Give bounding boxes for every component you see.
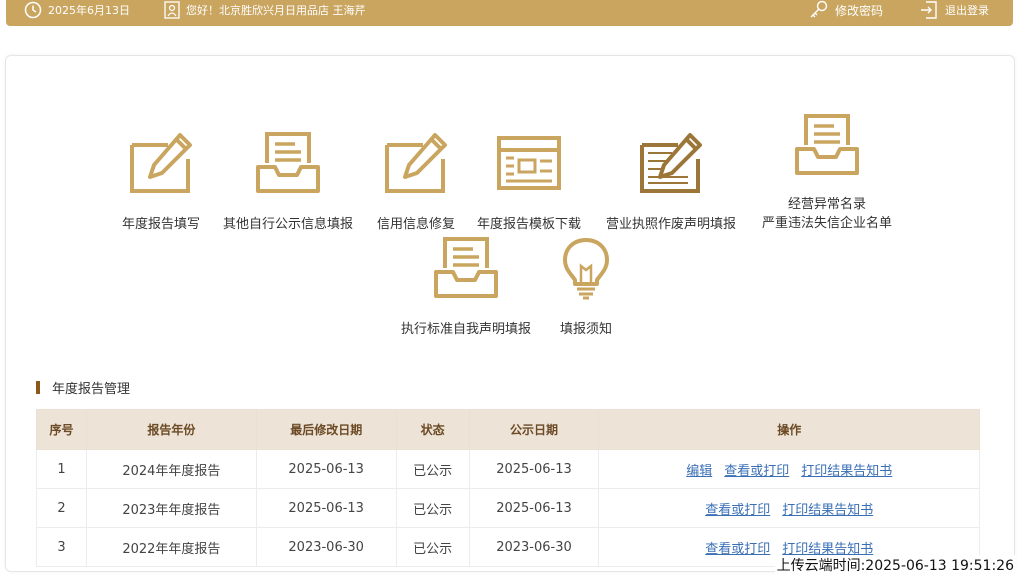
column-header-modified: 最后修改日期 [255, 409, 397, 450]
view-print-link[interactable]: 查看或打印 [705, 542, 770, 557]
cell-published: 2025-06-13 [468, 488, 600, 528]
view-print-link[interactable]: 查看或打印 [724, 464, 789, 479]
table-row: 1 2024年年度报告 2025-06-13 已公示 2025-06-13 编辑… [36, 449, 980, 489]
inbox-tray-icon [256, 132, 320, 193]
print-notice-link[interactable]: 打印结果告知书 [801, 464, 892, 479]
print-notice-link[interactable]: 打印结果告知书 [782, 503, 873, 518]
entry-label-second-line: 严重违法失信企业名单 [761, 216, 892, 231]
change-password-link[interactable]: 修改密码 [809, 0, 883, 20]
table-header-row: 序号 报告年份 最后修改日期 状态 公示日期 操作 [36, 409, 980, 450]
inbox-tray-icon [434, 237, 498, 298]
template-form-icon [497, 136, 561, 190]
annual-report-table: 序号 报告年份 最后修改日期 状态 公示日期 操作 1 2024年年度报告 20… [36, 409, 980, 567]
logout-label: 退出登录 [945, 4, 989, 17]
cell-actions: 编辑 查看或打印 打印结果告知书 [598, 449, 980, 489]
cell-modified: 2025-06-13 [255, 449, 397, 489]
cell-year: 2024年年度报告 [85, 449, 257, 489]
cell-status: 已公示 [395, 488, 470, 528]
entry-abnormal-list[interactable]: 经营异常名录 严重违法失信企业名单 [754, 113, 900, 233]
edit-pen-icon [130, 133, 192, 193]
column-header-published: 公示日期 [468, 409, 600, 450]
greeting-text: 您好！北京胜欣兴月日用品店 王海芹 [186, 4, 366, 17]
date-text: 2025年6月13日 [48, 4, 130, 17]
entry-license-void-statement[interactable]: 营业执照作废声明填报 [598, 131, 744, 234]
column-header-status: 状态 [395, 409, 470, 450]
upload-timestamp: 上传云端时间:2025-06-13 19:51:26 [774, 555, 1016, 575]
user-badge-icon [164, 1, 180, 19]
cell-status: 已公示 [395, 449, 470, 489]
lightbulb-icon [563, 238, 609, 300]
date-display: 2025年6月13日 [24, 0, 130, 20]
column-header-year: 报告年份 [85, 409, 257, 450]
view-print-link[interactable]: 查看或打印 [705, 503, 770, 518]
cell-modified: 2025-06-13 [255, 488, 397, 528]
section-title-bar [36, 381, 40, 394]
entry-annual-report-fill[interactable]: 年度报告填写 [117, 131, 205, 234]
cell-actions: 查看或打印 打印结果告知书 [598, 488, 980, 528]
column-header-no: 序号 [36, 409, 87, 450]
cell-year: 2023年年度报告 [85, 488, 257, 528]
greeting: 您好！北京胜欣兴月日用品店 王海芹 [164, 0, 366, 20]
cell-modified: 2023-06-30 [255, 527, 397, 567]
entry-filing-instructions[interactable]: 填报须知 [549, 236, 623, 339]
edit-pen-icon [385, 133, 447, 193]
entry-credit-repair[interactable]: 信用信息修复 [371, 131, 461, 234]
entry-label: 营业执照作废声明填报 [605, 217, 736, 232]
cell-year: 2022年年度报告 [85, 527, 257, 567]
change-password-label: 修改密码 [835, 3, 884, 18]
entry-label: 执行标准自我声明填报 [400, 322, 531, 337]
logout-link[interactable]: 退出登录 [919, 0, 989, 20]
key-icon [810, 0, 828, 18]
cell-published: 2023-06-30 [468, 527, 600, 567]
entry-template-download[interactable]: 年度报告模板下载 [470, 131, 588, 234]
section-title: 年度报告管理 [36, 378, 130, 397]
edit-link[interactable]: 编辑 [686, 464, 712, 479]
column-header-actions: 操作 [598, 409, 980, 450]
cell-no: 2 [36, 488, 87, 528]
inbox-tray-icon [795, 114, 859, 175]
top-bar: 2025年6月13日 您好！北京胜欣兴月日用品店 王海芹 修改密码 退出登录 [6, 0, 1013, 26]
entry-label: 年度报告填写 [121, 217, 200, 232]
logout-icon [921, 1, 937, 19]
entry-label: 年度报告模板下载 [476, 217, 581, 232]
entry-label: 其他自行公示信息填报 [222, 217, 353, 232]
cell-no: 3 [36, 527, 87, 567]
table-row: 2 2023年年度报告 2025-06-13 已公示 2025-06-13 查看… [36, 488, 980, 528]
clock-icon [24, 1, 42, 19]
cell-published: 2025-06-13 [468, 449, 600, 489]
entry-label: 经营异常名录 [787, 197, 866, 212]
entry-label: 信用信息修复 [376, 217, 455, 232]
entry-other-disclosure[interactable]: 其他自行公示信息填报 [215, 131, 361, 234]
section-title-text: 年度报告管理 [52, 382, 131, 397]
entry-standard-self-declaration[interactable]: 执行标准自我声明填报 [393, 236, 539, 339]
cell-status: 已公示 [395, 527, 470, 567]
cell-no: 1 [36, 449, 87, 489]
entry-label: 填报须知 [559, 322, 612, 337]
edit-pen-hatched-icon [640, 133, 702, 193]
